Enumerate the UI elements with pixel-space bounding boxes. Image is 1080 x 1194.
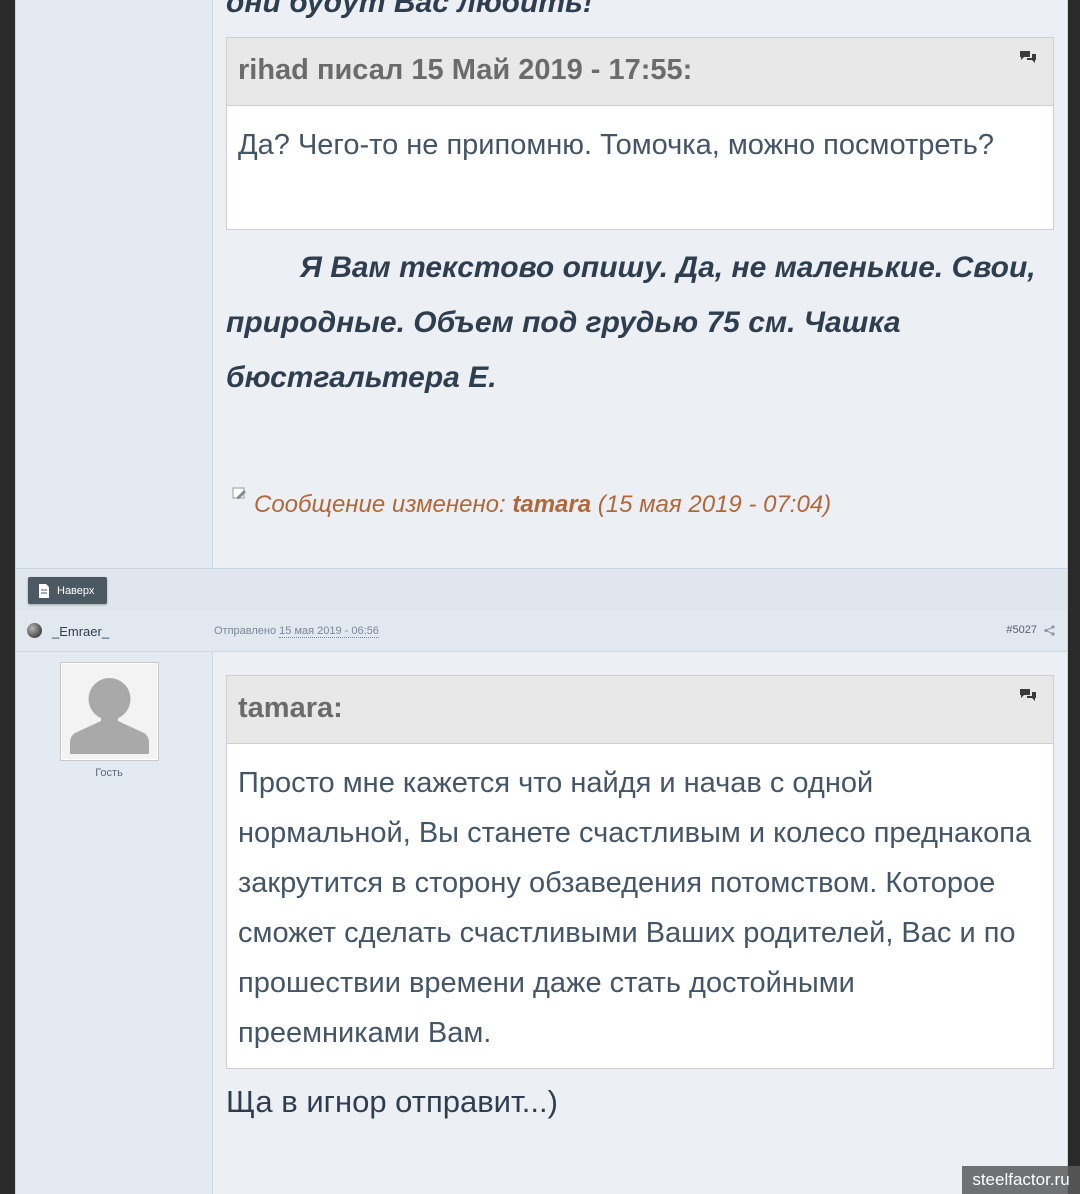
avatar[interactable] [60, 662, 159, 761]
post2-posted: Отправлено 15 мая 2019 - 06:56 [214, 625, 379, 638]
quote-text: Просто мне кажется что найдя и начав с о… [238, 767, 1032, 1049]
offline-status-icon [27, 623, 42, 638]
post1-quote: rihad писал 15 Май 2019 - 17:55: Да? Чег… [226, 37, 1054, 230]
quote-citation: rihad писал 15 Май 2019 - 17:55: [238, 54, 693, 86]
post1-reply-text: Я Вам текстово опишу. Да, не маленькие. … [226, 251, 1036, 394]
forum-page: они будут Вас любить! rihad писал 15 Май… [15, 0, 1068, 1194]
back-to-top-button[interactable]: Наверх [28, 577, 107, 604]
back-to-top-label: Наверх [57, 584, 95, 597]
watermark: steelfactor.ru [962, 1166, 1080, 1194]
quote-header: tamara: [227, 676, 1053, 744]
edited-user[interactable]: tamara [512, 491, 591, 518]
post2-quote: tamara: Просто мне кажется что найдя и н… [226, 675, 1054, 1069]
edited-when: (15 мая 2019 - 07:04) [591, 491, 832, 518]
post-number[interactable]: #5027 [1006, 624, 1055, 636]
post2-header: _Emraer_ Отправлено 15 мая 2019 - 06:56 … [16, 611, 1067, 652]
quote-citation: tamara: [238, 692, 343, 724]
quote-comments-icon[interactable] [1019, 50, 1037, 64]
quote-text: Да? Чего-то не припомню. Томочка, можно … [238, 129, 995, 161]
post1-author-panel [16, 0, 213, 568]
default-user-icon [70, 678, 149, 754]
edit-note-icon [232, 487, 246, 499]
posted-date: 15 мая 2019 - 06:56 [279, 625, 379, 638]
post1-top-text: они будут Вас любить! [226, 0, 593, 19]
document-icon [39, 583, 49, 598]
share-icon[interactable] [1044, 624, 1055, 636]
user-role: Гость [95, 767, 123, 779]
edited-note: Сообщение изменено: tamara (15 мая 2019 … [232, 486, 831, 519]
quote-header: rihad писал 15 Май 2019 - 17:55: [227, 38, 1053, 106]
post2-reply-text: Ща в игнор отправит...) [226, 1084, 558, 1119]
edited-prefix: Сообщение изменено: [254, 491, 513, 518]
quote-comments-icon[interactable] [1019, 688, 1037, 702]
post-toolbar: Наверх [16, 568, 1067, 612]
post-number-text[interactable]: #5027 [1006, 624, 1037, 636]
posted-label: Отправлено [214, 625, 280, 637]
post2-author[interactable]: _Emraer_ [52, 624, 109, 639]
